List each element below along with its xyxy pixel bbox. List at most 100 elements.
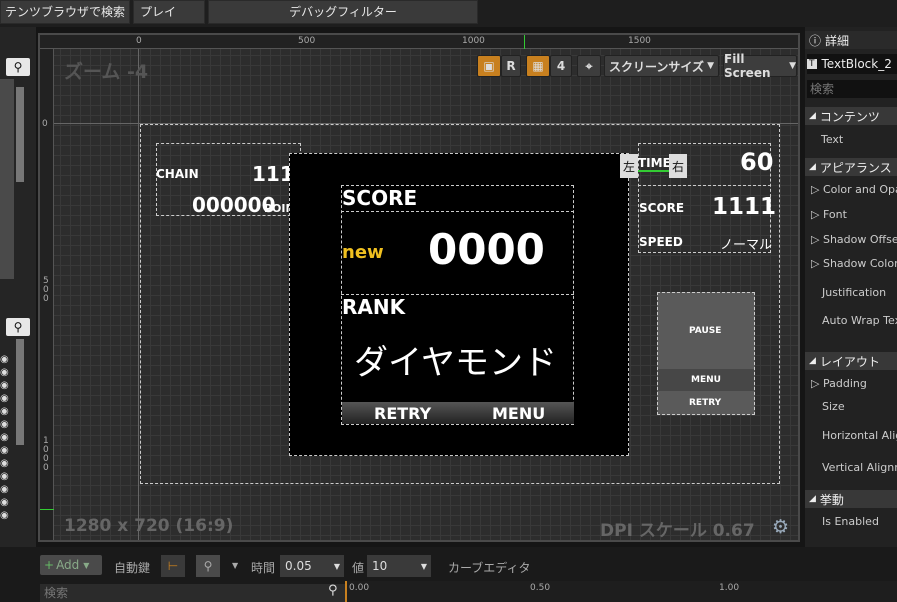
search-placeholder: 検索 bbox=[44, 586, 69, 600]
search-icon[interactable]: ⚲ bbox=[6, 318, 30, 336]
origin-line-v bbox=[138, 49, 139, 540]
animation-panel: + Add ▼ 自動鍵 ⊢ ⚲ ▼ 時間 0.05 ▼ 値 10 ▼ カーブエディタ 検… bbox=[0, 547, 897, 602]
collapse-arrow-icon: ◢ bbox=[809, 162, 816, 172]
chain-label: CHAIN bbox=[156, 167, 199, 181]
prop-shadow-color[interactable]: ▷ Shadow Color bbox=[805, 257, 897, 270]
hud-score-label: SCORE bbox=[639, 201, 685, 215]
collapse-arrow-icon: ◢ bbox=[809, 356, 816, 366]
prop-label: Color and Opac bbox=[822, 183, 897, 196]
prop-label: Padding bbox=[822, 377, 867, 390]
grid-snap-icon[interactable]: ▦ bbox=[526, 55, 550, 77]
chevron-down-icon: ▼ bbox=[789, 61, 796, 71]
pause-menu-panel[interactable] bbox=[657, 292, 755, 415]
chevron-down-icon: ▼ bbox=[420, 561, 427, 571]
transform-icon[interactable]: ⌖ bbox=[577, 55, 601, 77]
search-placeholder: 検索 bbox=[810, 82, 835, 96]
vertical-ruler: 0 5 0 0 1 0 0 0 bbox=[40, 49, 54, 540]
content-browser-search-button[interactable]: テンツブラウザで検索 bbox=[0, 0, 130, 24]
prop-is-enabled[interactable]: Is Enabled bbox=[816, 515, 879, 528]
ruler-label: 0 bbox=[42, 119, 48, 129]
prop-font[interactable]: ▷ Font bbox=[805, 208, 847, 221]
divider bbox=[341, 211, 574, 212]
details-search-input[interactable]: 検索 bbox=[807, 80, 897, 98]
collapse-arrow-icon: ◢ bbox=[809, 494, 816, 504]
pause-menu-button[interactable]: MENU bbox=[691, 375, 721, 385]
divider bbox=[638, 185, 771, 186]
prop-justification[interactable]: Justification bbox=[816, 286, 886, 299]
details-tab[interactable]: ⓘ 詳細 bbox=[805, 31, 897, 49]
expand-arrow-icon: ▷ bbox=[811, 257, 823, 270]
pause-button[interactable]: PAUSE bbox=[689, 326, 721, 336]
search-icon[interactable]: ⚲ bbox=[6, 58, 30, 76]
ruler-cursor-marker bbox=[40, 509, 54, 510]
magnet-icon[interactable]: ⚲ bbox=[196, 555, 220, 577]
top-toolbar: テンツブラウザで検索 プレイ デバッグフィルター bbox=[0, 0, 897, 27]
rank-label: RANK bbox=[342, 295, 406, 319]
search-icon[interactable]: ⚲ bbox=[328, 583, 338, 598]
widget-name-field[interactable]: T TextBlock_2 bbox=[807, 54, 897, 74]
details-panel: ⓘ 詳細 T TextBlock_2 検索 ◢ コンテンツ Text ◢ アピアランス… bbox=[805, 27, 897, 547]
screen-size-dropdown[interactable]: スクリーンサイズ ▼ bbox=[604, 55, 719, 77]
section-layout[interactable]: ◢ レイアウト bbox=[805, 352, 897, 370]
section-label: レイアウト bbox=[819, 354, 880, 369]
section-content[interactable]: ◢ コンテンツ bbox=[805, 107, 897, 125]
retry-button[interactable]: RETRY bbox=[374, 404, 431, 423]
debug-filter-label: デバッグフィルター bbox=[289, 5, 397, 19]
designer-viewport[interactable]: 0 500 1000 1500 0 5 0 0 1 0 0 0 ズーム -4 ▣… bbox=[38, 33, 800, 542]
fill-screen-dropdown[interactable]: Fill Screen ▼ bbox=[723, 52, 797, 80]
grid-size-value: 4 bbox=[556, 59, 566, 73]
resolution-label: 1280 x 720 (16:9) bbox=[64, 516, 234, 536]
value-step-label: 値 bbox=[352, 561, 365, 575]
chevron-down-icon[interactable]: ▼ bbox=[232, 561, 238, 570]
ruler-label: 1000 bbox=[462, 36, 485, 46]
value-step-value: 10 bbox=[372, 559, 388, 573]
time-step-dropdown[interactable]: 0.05 ▼ bbox=[280, 555, 344, 577]
pause-retry-button[interactable]: RETRY bbox=[689, 398, 721, 408]
respect-locks-button[interactable]: R bbox=[501, 55, 521, 77]
prop-autowrap[interactable]: Auto Wrap Text bbox=[816, 314, 897, 327]
anchor-toggle-icon[interactable]: ▣ bbox=[477, 55, 501, 77]
visibility-eye-icons[interactable]: ◉ ◉ ◉ ◉ ◉ ◉ ◉ ◉ ◉ ◉ ◉ ◉ ◉ bbox=[0, 353, 12, 533]
play-button[interactable]: プレイ bbox=[133, 0, 205, 24]
prop-size[interactable]: Size bbox=[816, 400, 845, 413]
prop-color[interactable]: ▷ Color and Opac bbox=[805, 183, 897, 196]
section-behavior[interactable]: ◢ 挙動 bbox=[805, 490, 897, 508]
left-handle-label: 左 bbox=[622, 159, 635, 174]
anchor-left-handle[interactable]: 左 bbox=[620, 154, 638, 178]
anchor-right-handle[interactable]: 右 bbox=[669, 154, 687, 178]
left-panel: ⚲ ⚲ ◉ ◉ ◉ ◉ ◉ ◉ ◉ ◉ ◉ ◉ ◉ ◉ ◉ bbox=[0, 27, 36, 547]
details-icon: ⓘ bbox=[809, 33, 822, 48]
curve-editor-button[interactable]: カーブエディタ bbox=[448, 559, 530, 576]
grid-size-dropdown[interactable]: 4 bbox=[550, 55, 572, 77]
section-label: アピアランス bbox=[819, 160, 892, 175]
prop-text[interactable]: Text bbox=[815, 133, 843, 146]
animation-search-input[interactable]: 検索 bbox=[40, 584, 345, 602]
prop-h-align[interactable]: Horizontal Alig bbox=[816, 429, 897, 442]
snap-icon[interactable]: ⊢ bbox=[161, 555, 185, 577]
debug-filter-dropdown[interactable]: デバッグフィルター bbox=[208, 0, 478, 24]
timeline-ruler[interactable]: 0.00 0.50 1.00 bbox=[345, 581, 897, 602]
gear-icon[interactable]: ⚙ bbox=[772, 516, 789, 538]
chevron-down-icon: ▼ bbox=[83, 560, 90, 570]
scrollbar[interactable] bbox=[16, 339, 24, 445]
r-label: R bbox=[506, 59, 516, 73]
widget-name: TextBlock_2 bbox=[821, 57, 892, 71]
prop-padding[interactable]: ▷ Padding bbox=[805, 377, 867, 390]
section-appearance[interactable]: ◢ アピアランス bbox=[805, 158, 897, 176]
scrollbar[interactable] bbox=[16, 87, 24, 182]
value-step-dropdown[interactable]: 10 ▼ bbox=[367, 555, 431, 577]
speed-value: ノーマル bbox=[720, 238, 773, 253]
ruler-label: 0 bbox=[136, 36, 142, 46]
prop-shadow-offset[interactable]: ▷ Shadow Offset bbox=[805, 233, 897, 246]
screen-size-label: スクリーンサイズ bbox=[609, 59, 705, 74]
point-value: 000000 bbox=[192, 193, 276, 217]
play-label: プレイ bbox=[140, 5, 177, 19]
expand-arrow-icon: ▷ bbox=[811, 233, 823, 246]
expand-arrow-icon: ▷ bbox=[811, 183, 823, 196]
right-handle-label: 右 bbox=[671, 159, 684, 174]
menu-button[interactable]: MENU bbox=[492, 404, 545, 423]
chevron-down-icon: ▼ bbox=[333, 561, 340, 571]
result-score-value: 0000 bbox=[428, 225, 545, 274]
add-track-button[interactable]: + Add ▼ bbox=[40, 555, 102, 575]
prop-v-align[interactable]: Vertical Alignm bbox=[816, 461, 897, 474]
